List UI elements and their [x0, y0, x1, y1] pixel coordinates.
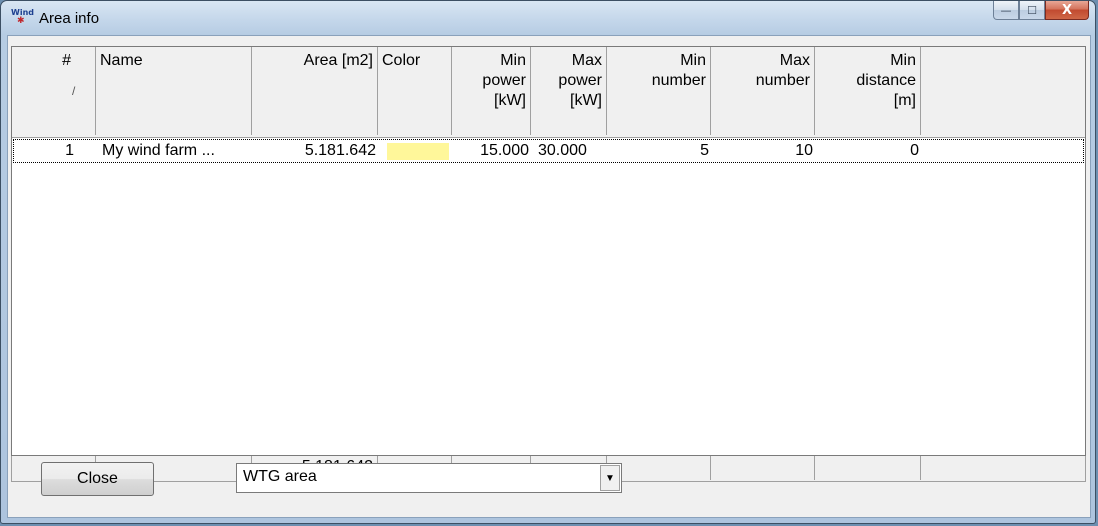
footer-cell [607, 456, 711, 480]
cell-max-power: 30.000 [538, 142, 587, 159]
area-info-window: Wind ✱ Area info — ☐ X # / Name Area [m2… [0, 0, 1096, 524]
windpro-app-icon: Wind ✱ [11, 8, 34, 26]
close-window-button[interactable]: X [1045, 1, 1089, 20]
maximize-button[interactable]: ☐ [1019, 1, 1045, 20]
window-title: Area info [39, 10, 100, 27]
footer-cell [815, 456, 921, 480]
cell-min-power: 15.000 [480, 142, 529, 159]
minimize-icon: — [1000, 3, 1012, 17]
maximize-icon: ☐ [1027, 3, 1037, 17]
area-table[interactable]: # / Name Area [m2] Color Min power [kW] [11, 46, 1086, 456]
dropdown-value: WTG area [243, 468, 317, 485]
col-header-min-power[interactable]: Min power [kW] [452, 47, 531, 135]
cell-num: 1 [65, 142, 74, 159]
cell-max-number: 10 [795, 142, 813, 159]
cell-min-number: 5 [700, 142, 709, 159]
title-bar[interactable]: Wind ✱ Area info — ☐ X [1, 1, 1095, 35]
color-swatch[interactable] [387, 143, 449, 160]
col-header-name[interactable]: Name [96, 47, 252, 135]
caption-buttons: — ☐ X [993, 1, 1089, 21]
col-header-max-number[interactable]: Max number [711, 47, 815, 135]
col-header-num[interactable]: # / [12, 47, 96, 135]
area-type-dropdown[interactable]: WTG area ▼ [236, 463, 622, 493]
cell-name: My wind farm ... [102, 142, 215, 159]
col-header-area[interactable]: Area [m2] [252, 47, 378, 135]
dropdown-arrow-icon[interactable]: ▼ [600, 465, 620, 491]
minimize-button[interactable]: — [993, 1, 1019, 20]
col-header-max-power[interactable]: Max power [kW] [531, 47, 607, 135]
cell-area: 5.181.642 [304, 142, 376, 159]
col-header-min-distance[interactable]: Min distance [m] [815, 47, 921, 135]
cell-min-distance: 0 [910, 142, 919, 159]
table-row[interactable]: 1 My wind farm ... 5.181.642 15.000 30.0… [13, 139, 1084, 163]
footer-cell [711, 456, 815, 480]
client-area: # / Name Area [m2] Color Min power [kW] [7, 35, 1091, 518]
table-header: # / Name Area [m2] Color Min power [kW] [12, 47, 1085, 138]
close-button[interactable]: Close [41, 462, 154, 496]
close-icon: X [1061, 2, 1073, 18]
col-header-min-number[interactable]: Min number [607, 47, 711, 135]
sort-indicator-icon: / [72, 84, 76, 98]
col-header-color[interactable]: Color [378, 47, 452, 135]
